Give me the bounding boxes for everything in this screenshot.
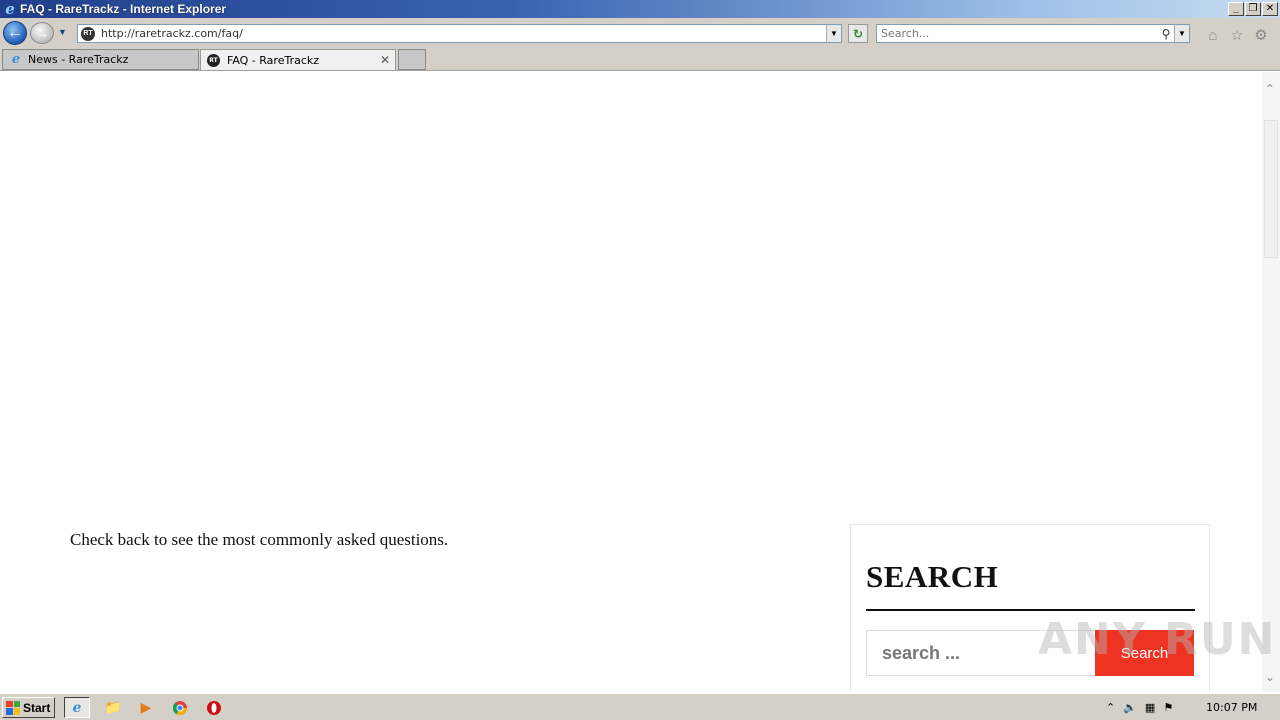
close-button[interactable]: ✕ <box>1262 2 1278 16</box>
window-title: FAQ - RareTrackz - Internet Explorer <box>20 2 227 16</box>
taskbar-folder-icon[interactable]: 📁 <box>100 697 126 718</box>
search-widget-title: SEARCH <box>866 559 999 594</box>
ie-page-icon: e <box>11 52 21 67</box>
site-favicon-icon: RT <box>81 26 95 41</box>
tray-expand-icon[interactable]: ⌃ <box>1106 701 1115 714</box>
navigation-bar: ← → ▼ RT http://raretrackz.com/faq/ ▼ ↻ … <box>0 18 1280 48</box>
title-bar: e FAQ - RareTrackz - Internet Explorer _… <box>0 0 1280 18</box>
tab-label: News - RareTrackz <box>28 53 129 66</box>
vertical-scrollbar[interactable]: ⌃ ⌄ <box>1262 72 1280 692</box>
search-widget: SEARCH search ... Search <box>850 524 1210 692</box>
restore-button[interactable]: ❐ <box>1245 2 1261 16</box>
tab-bar: e News - RareTrackz RT FAQ - RareTrackz … <box>0 48 1280 71</box>
minimize-button[interactable]: _ <box>1228 2 1244 16</box>
scroll-thumb[interactable] <box>1264 120 1278 258</box>
window-controls: _ ❐ ✕ <box>1228 2 1278 16</box>
search-dropdown-button[interactable]: ▼ <box>1174 25 1189 42</box>
start-button[interactable]: Start <box>2 697 55 718</box>
new-tab-button[interactable] <box>398 49 426 70</box>
browser-search-input[interactable] <box>877 27 1158 40</box>
address-bar[interactable]: RT http://raretrackz.com/faq/ ▼ <box>77 24 842 43</box>
volume-icon[interactable]: 🔈 <box>1123 701 1137 714</box>
divider <box>866 609 1195 611</box>
refresh-button[interactable]: ↻ <box>848 24 868 43</box>
back-button[interactable]: ← <box>3 21 27 45</box>
refresh-icon: ↻ <box>852 26 864 41</box>
forward-button[interactable]: → <box>30 22 54 44</box>
start-label: Start <box>23 700 51 715</box>
gear-icon[interactable]: ⚙ <box>1252 26 1270 44</box>
clock[interactable]: 10:07 PM <box>1206 701 1257 714</box>
taskbar-ie-icon[interactable]: e <box>64 697 90 718</box>
faq-message: Check back to see the most commonly aske… <box>70 530 449 549</box>
toolbar-icons: ⌂ ☆ ⚙ <box>1204 26 1270 45</box>
site-favicon-icon: RT <box>207 53 220 67</box>
close-tab-icon[interactable]: ✕ <box>380 53 390 67</box>
ie-logo-icon: e <box>5 0 15 18</box>
taskbar-media-player-icon[interactable]: ▶ <box>133 697 159 718</box>
browser-search-box[interactable]: ⚲ ▼ <box>876 24 1190 43</box>
scroll-up-icon[interactable]: ⌃ <box>1265 82 1275 96</box>
address-url[interactable]: http://raretrackz.com/faq/ <box>101 27 826 40</box>
arrow-left-icon: ← <box>7 24 23 41</box>
taskbar-chrome-icon[interactable] <box>167 697 193 718</box>
tab-faq[interactable]: RT FAQ - RareTrackz ✕ <box>200 49 396 70</box>
taskbar-opera-icon[interactable] <box>201 697 227 718</box>
tab-label: FAQ - RareTrackz <box>227 53 320 67</box>
flag-icon[interactable]: ⚑ <box>1163 701 1173 714</box>
arrow-right-icon: → <box>35 25 49 41</box>
home-icon[interactable]: ⌂ <box>1204 26 1222 44</box>
page-content: Check back to see the most commonly aske… <box>0 72 1262 692</box>
windows-flag-icon <box>6 700 20 715</box>
watermark: ANY RUN <box>1038 614 1277 665</box>
tab-news[interactable]: e News - RareTrackz <box>2 49 199 70</box>
address-dropdown-button[interactable]: ▼ <box>826 25 841 42</box>
scroll-down-icon[interactable]: ⌄ <box>1265 670 1275 684</box>
search-icon[interactable]: ⚲ <box>1158 27 1174 41</box>
network-icon[interactable]: ▦ <box>1145 701 1155 714</box>
chevron-down-icon: ▼ <box>58 27 67 37</box>
star-icon[interactable]: ☆ <box>1228 26 1246 44</box>
history-dropdown-button[interactable]: ▼ <box>58 27 67 37</box>
taskbar: Start e 📁 ▶ ⌃ 🔈 ▦ ⚑ 10:07 PM <box>0 693 1280 720</box>
chevron-down-icon: ▼ <box>830 29 838 38</box>
chevron-down-icon: ▼ <box>1178 29 1186 38</box>
